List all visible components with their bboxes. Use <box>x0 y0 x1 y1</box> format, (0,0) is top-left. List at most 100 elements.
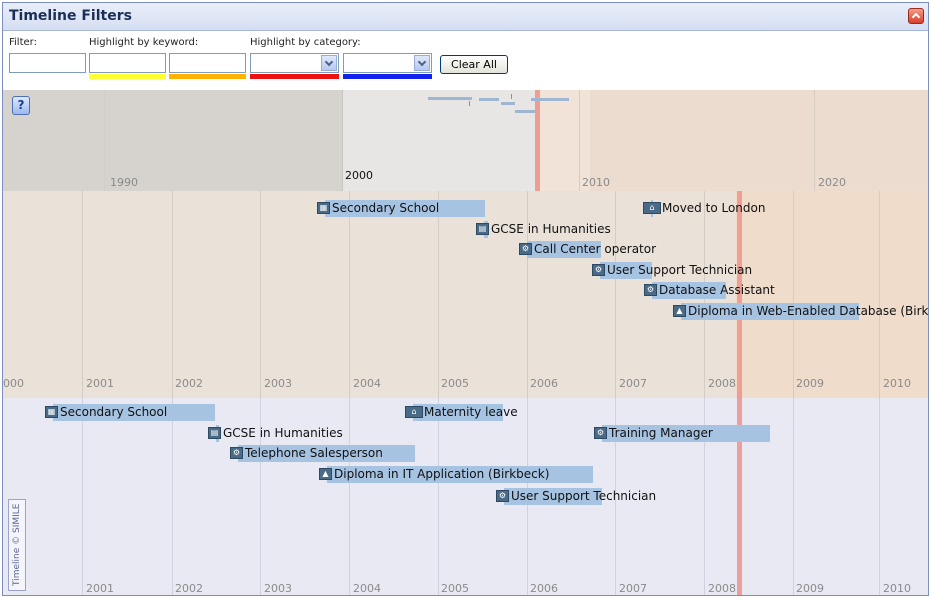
band1-tick: 2008 <box>708 377 736 390</box>
overview-event <box>515 110 535 113</box>
timeline-band-1[interactable]: 000 2001 2002 2003 2004 2005 2006 2007 2… <box>3 191 928 398</box>
title-bar: Timeline Filters <box>3 3 928 31</box>
keyword-input-1[interactable] <box>89 53 166 73</box>
filter-input[interactable] <box>9 53 86 73</box>
gridline <box>879 191 880 398</box>
gridline <box>260 191 261 398</box>
keyword-2-highlight-swatch <box>169 74 246 79</box>
overview-band[interactable]: 1990 2000 2010 2020 ? <box>3 90 928 191</box>
timeline-band-2[interactable]: 2001 2002 2003 2004 2005 2006 2007 2008 … <box>3 398 928 595</box>
event-label: GCSE in Humanities <box>223 426 343 440</box>
home-icon: ⌂ <box>405 406 423 418</box>
event-label: Diploma in IT Application (Birkbeck) <box>334 467 550 481</box>
credit-text: Timeline © SIMILE <box>12 503 22 586</box>
gridline <box>793 398 794 595</box>
school-icon: ▦ <box>45 406 58 418</box>
filter-label: Filter: <box>9 37 37 48</box>
band1-tick: 2010 <box>883 377 911 390</box>
event-label: Training Manager <box>609 426 713 440</box>
window-title: Timeline Filters <box>9 8 132 24</box>
gridline <box>104 90 105 191</box>
event-label: Moved to London <box>662 201 766 215</box>
gridline <box>349 398 350 595</box>
chevron-down-icon[interactable] <box>321 55 337 71</box>
event-label: Diploma in Web-Enabled Database (Birkbe <box>688 304 928 318</box>
keyword-1-highlight-swatch <box>89 74 166 79</box>
chevron-down-icon[interactable] <box>414 55 430 71</box>
event-label: Secondary School <box>332 201 440 215</box>
band1-tick: 2005 <box>441 377 469 390</box>
past-shade <box>3 90 342 191</box>
band1-tick: 2002 <box>175 377 203 390</box>
gridline <box>172 191 173 398</box>
gridline <box>615 191 616 398</box>
band2-tick: 2005 <box>441 582 469 595</box>
band2-tick: 2002 <box>175 582 203 595</box>
clear-all-button[interactable]: Clear All <box>440 55 508 74</box>
band2-tick: 2007 <box>619 582 647 595</box>
event-label: User Support Technician <box>607 263 753 277</box>
timeline-widget: Timeline Filters Filter: Highlight by ke… <box>2 2 929 596</box>
highlight-keyword-label: Highlight by keyword: <box>89 37 199 48</box>
event-label: Database Assistant <box>659 283 775 297</box>
overview-event <box>469 101 470 106</box>
event-label: Maternity leave <box>424 405 518 419</box>
band1-tick: 2003 <box>264 377 292 390</box>
gridline <box>438 191 439 398</box>
gridline <box>342 90 343 191</box>
overview-event <box>511 94 512 99</box>
event-label: Call Center operator <box>534 242 657 256</box>
band1-tick: 000 <box>3 377 24 390</box>
job-icon: ⚙ <box>230 447 243 459</box>
today-marker <box>535 90 540 191</box>
gridline <box>82 191 83 398</box>
event-label: Telephone Salesperson <box>245 446 383 460</box>
event-label: GCSE in Humanities <box>491 222 611 236</box>
simile-credit[interactable]: Timeline © SIMILE <box>8 499 26 591</box>
band1-tick: 2004 <box>353 377 381 390</box>
overview-tick: 2000 <box>345 169 373 182</box>
overview-tick: 2020 <box>818 176 846 189</box>
category-1-highlight-swatch <box>250 74 339 79</box>
band1-tick: 2006 <box>530 377 558 390</box>
highlight-category-label: Highlight by category: <box>250 37 361 48</box>
overview-event <box>428 97 472 100</box>
category-2-highlight-swatch <box>343 74 432 79</box>
school-icon: ▦ <box>317 202 330 214</box>
gridline <box>814 90 815 191</box>
home-icon: ⌂ <box>643 202 661 214</box>
close-icon[interactable] <box>908 8 924 24</box>
filter-panel: Filter: Highlight by keyword: Highlight … <box>3 31 928 90</box>
overview-event <box>531 98 569 101</box>
band2-tick: 2001 <box>86 582 114 595</box>
overview-event <box>479 98 499 101</box>
job-icon: ⚙ <box>519 243 532 255</box>
graduation-icon: ▲ <box>673 305 686 317</box>
band2-tick: 2008 <box>708 582 736 595</box>
band2-tick: 2009 <box>796 582 824 595</box>
keyword-input-2[interactable] <box>169 53 246 73</box>
band2-tick: 2004 <box>353 582 381 595</box>
gridline <box>82 398 83 595</box>
category-select-1[interactable] <box>250 53 339 73</box>
job-icon: ⚙ <box>594 427 607 439</box>
band2-tick: 2006 <box>530 582 558 595</box>
gridline <box>349 191 350 398</box>
gridline <box>438 398 439 595</box>
job-icon: ⚙ <box>644 284 657 296</box>
gridline <box>579 90 580 191</box>
band1-tick: 2009 <box>796 377 824 390</box>
future-shade <box>590 90 928 191</box>
overview-tick: 1990 <box>110 176 138 189</box>
gridline <box>793 191 794 398</box>
band2-tick: 2010 <box>883 582 911 595</box>
overview-event <box>501 102 515 105</box>
certificate-icon: ▤ <box>476 223 489 235</box>
gridline <box>172 398 173 595</box>
job-icon: ⚙ <box>496 490 509 502</box>
event-label: User Support Technician <box>511 489 657 503</box>
help-icon[interactable]: ? <box>12 96 30 115</box>
band1-tick: 2007 <box>619 377 647 390</box>
band2-tick: 2003 <box>264 582 292 595</box>
category-select-2[interactable] <box>343 53 432 73</box>
